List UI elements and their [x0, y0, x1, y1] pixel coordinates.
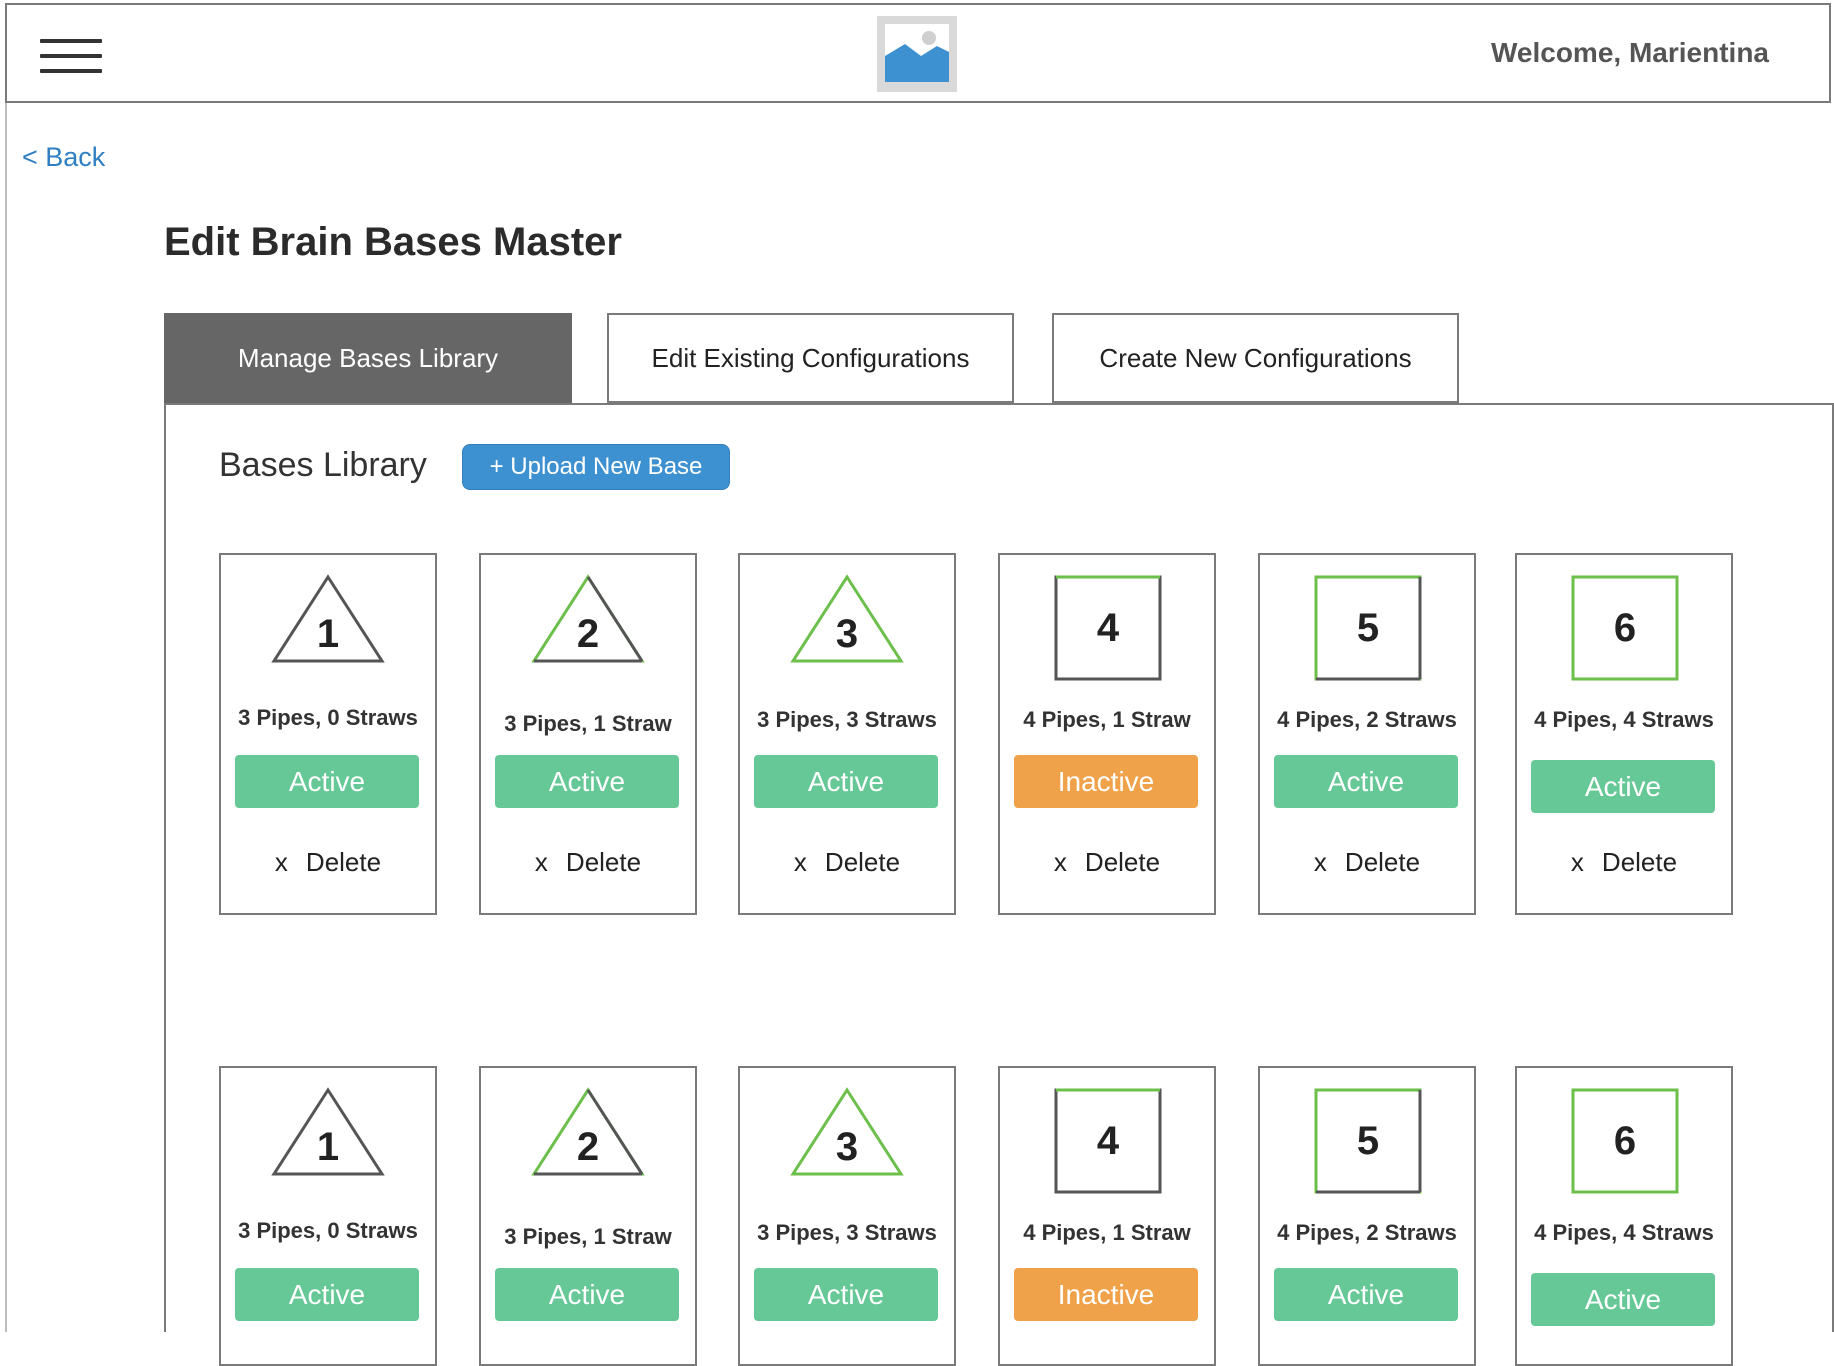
- svg-text:5: 5: [1357, 606, 1379, 650]
- base-caption: 3 Pipes, 1 Straw: [504, 711, 672, 736]
- status-active-button[interactable]: Active: [1531, 760, 1715, 813]
- close-icon: x: [274, 847, 288, 877]
- tab-manage-bases-library[interactable]: Manage Bases Library: [164, 313, 572, 403]
- base-caption: 3 Pipes, 1 Straw: [504, 1224, 672, 1249]
- triangle-icon: 3: [740, 1078, 954, 1196]
- delete-button[interactable]: x Delete: [1000, 847, 1214, 878]
- base-card: 5 4 Pipes, 2 Straws Active: [1258, 1066, 1476, 1366]
- svg-text:4: 4: [1097, 606, 1120, 650]
- delete-button[interactable]: x Delete: [1517, 847, 1731, 878]
- base-caption: 4 Pipes, 4 Straws: [1534, 707, 1714, 732]
- close-icon: x: [1570, 847, 1584, 877]
- svg-text:4: 4: [1097, 1119, 1120, 1163]
- base-card: 2 3 Pipes, 1 Straw Active: [479, 1066, 697, 1366]
- base-caption: 4 Pipes, 1 Straw: [1023, 707, 1191, 732]
- delete-label: Delete: [824, 847, 901, 877]
- bases-library-title: Bases Library: [219, 446, 427, 484]
- tab-edit-existing-configurations[interactable]: Edit Existing Configurations: [607, 313, 1014, 403]
- svg-text:1: 1: [317, 1125, 339, 1169]
- delete-label: Delete: [565, 847, 642, 877]
- base-card: 6 4 Pipes, 4 Straws Active: [1515, 1066, 1733, 1366]
- svg-text:3: 3: [836, 1125, 858, 1169]
- base-caption: 3 Pipes, 0 Straws: [238, 705, 418, 730]
- status-active-button[interactable]: Active: [1274, 755, 1458, 808]
- delete-label: Delete: [1084, 847, 1161, 877]
- delete-button[interactable]: x Delete: [1260, 847, 1474, 878]
- status-active-button[interactable]: Active: [235, 1268, 419, 1321]
- base-card: 2 3 Pipes, 1 Straw Active x Delete: [479, 553, 697, 915]
- square-icon: 5: [1260, 1078, 1474, 1196]
- triangle-icon: 3: [740, 565, 954, 683]
- welcome-text: Welcome, Marientina: [1490, 37, 1769, 68]
- svg-text:6: 6: [1614, 1119, 1636, 1163]
- delete-label: Delete: [1344, 847, 1421, 877]
- triangle-icon: 2: [481, 1078, 695, 1196]
- status-active-button[interactable]: Active: [495, 755, 679, 808]
- upload-new-base-button[interactable]: + Upload New Base: [463, 445, 729, 489]
- delete-button[interactable]: x Delete: [481, 847, 695, 878]
- status-active-button[interactable]: Active: [1274, 1268, 1458, 1321]
- base-caption: 3 Pipes, 3 Straws: [757, 707, 937, 732]
- base-caption: 4 Pipes, 2 Straws: [1277, 707, 1457, 732]
- square-icon: 4: [1000, 1078, 1214, 1196]
- close-icon: x: [793, 847, 807, 877]
- square-icon: 5: [1260, 565, 1474, 683]
- triangle-icon: 1: [221, 565, 435, 683]
- triangle-icon: 2: [481, 565, 695, 683]
- delete-button[interactable]: x Delete: [740, 847, 954, 878]
- triangle-icon: 1: [221, 1078, 435, 1196]
- top-bar: Welcome, Marientina: [5, 3, 1831, 103]
- base-caption: 4 Pipes, 4 Straws: [1534, 1220, 1714, 1245]
- base-card: 5 4 Pipes, 2 Straws Active x Delete: [1258, 553, 1476, 915]
- base-card: 6 4 Pipes, 4 Straws Active x Delete: [1515, 553, 1733, 915]
- status-active-button[interactable]: Active: [235, 755, 419, 808]
- square-icon: 6: [1517, 1078, 1731, 1196]
- square-icon: 4: [1000, 565, 1214, 683]
- square-icon: 6: [1517, 565, 1731, 683]
- base-card: 3 3 Pipes, 3 Straws Active x Delete: [738, 553, 956, 915]
- base-card: 4 4 Pipes, 1 Straw Inactive x Delete: [998, 553, 1216, 915]
- hamburger-icon[interactable]: [40, 39, 102, 73]
- svg-text:1: 1: [317, 612, 339, 656]
- status-active-button[interactable]: Active: [754, 755, 938, 808]
- base-caption: 4 Pipes, 1 Straw: [1023, 1220, 1191, 1245]
- svg-text:2: 2: [577, 1125, 599, 1169]
- base-card: 3 3 Pipes, 3 Straws Active: [738, 1066, 956, 1366]
- tab-create-new-configurations[interactable]: Create New Configurations: [1052, 313, 1459, 403]
- status-active-button[interactable]: Active: [495, 1268, 679, 1321]
- close-icon: x: [1313, 847, 1327, 877]
- back-link[interactable]: < Back: [22, 142, 105, 173]
- status-inactive-button[interactable]: Inactive: [1014, 755, 1198, 808]
- svg-text:5: 5: [1357, 1119, 1379, 1163]
- svg-text:2: 2: [577, 612, 599, 656]
- base-card: 4 4 Pipes, 1 Straw Inactive: [998, 1066, 1216, 1366]
- delete-label: Delete: [305, 847, 382, 877]
- base-caption: 4 Pipes, 2 Straws: [1277, 1220, 1457, 1245]
- close-icon: x: [534, 847, 548, 877]
- base-card: 1 3 Pipes, 0 Straws Active: [219, 1066, 437, 1366]
- delete-button[interactable]: x Delete: [221, 847, 435, 878]
- status-inactive-button[interactable]: Inactive: [1014, 1268, 1198, 1321]
- page-title: Edit Brain Bases Master: [164, 220, 622, 264]
- delete-label: Delete: [1601, 847, 1678, 877]
- status-active-button[interactable]: Active: [754, 1268, 938, 1321]
- image-placeholder-icon: [877, 16, 957, 92]
- base-card: 1 3 Pipes, 0 Straws Active x Delete: [219, 553, 437, 915]
- svg-text:6: 6: [1614, 606, 1636, 650]
- page-divider: [5, 103, 7, 1332]
- close-icon: x: [1053, 847, 1067, 877]
- svg-text:3: 3: [836, 612, 858, 656]
- base-caption: 3 Pipes, 3 Straws: [757, 1220, 937, 1245]
- status-active-button[interactable]: Active: [1531, 1273, 1715, 1326]
- base-caption: 3 Pipes, 0 Straws: [238, 1218, 418, 1243]
